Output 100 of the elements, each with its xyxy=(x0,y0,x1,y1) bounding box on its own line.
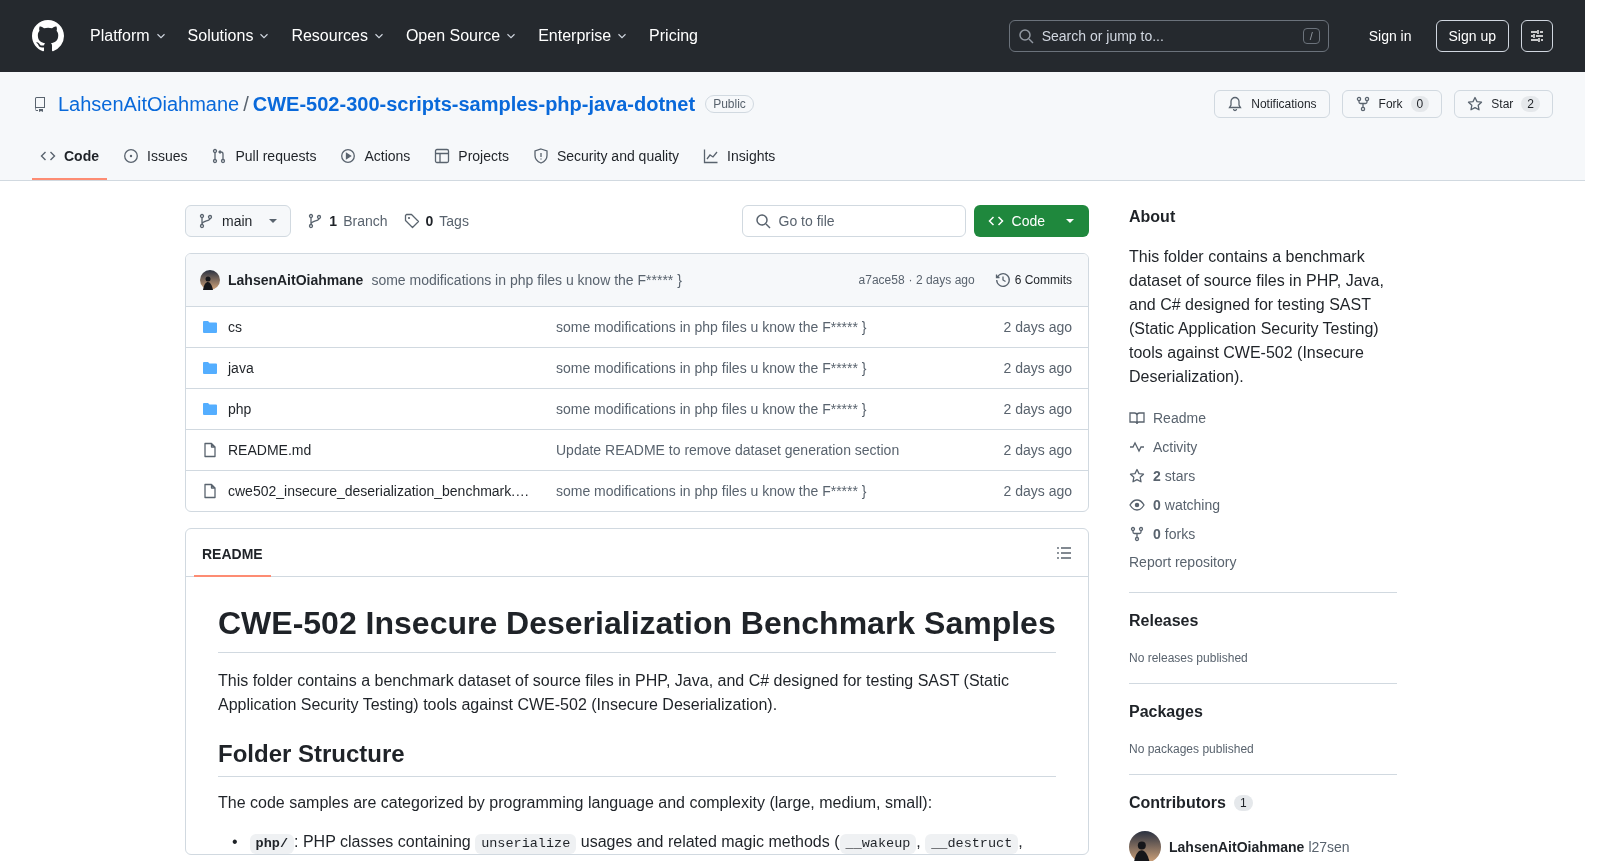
star-icon xyxy=(1129,467,1145,484)
file-name-link[interactable]: cs xyxy=(228,319,546,335)
nav-menu[interactable]: Pricing xyxy=(641,21,706,51)
nav-menu[interactable]: Open Source xyxy=(397,21,527,51)
commit-time: 2 days ago xyxy=(1003,401,1072,417)
folder-icon xyxy=(202,319,218,335)
section-heading: Folder Structure xyxy=(218,739,1056,777)
fork-button[interactable]: Fork 0 xyxy=(1341,90,1443,118)
shield-icon xyxy=(532,148,549,164)
repo-icon xyxy=(32,96,48,112)
issue-circle-icon xyxy=(123,148,139,164)
shortcut-key: / xyxy=(1302,28,1320,44)
book-icon xyxy=(1129,409,1145,426)
star-button[interactable]: Star 2 xyxy=(1454,90,1553,118)
commit-message-link[interactable]: some modifications in php files u know the F***** } xyxy=(556,401,994,417)
releases-heading[interactable]: Releases xyxy=(1129,609,1397,633)
search-icon xyxy=(754,213,771,229)
file-name-link[interactable]: java xyxy=(228,360,546,376)
about-heading: About xyxy=(1129,207,1177,227)
commit-time: · 2 days ago xyxy=(908,273,975,287)
sliders-icon xyxy=(1529,28,1545,44)
owner-link[interactable]: LahsenAitOiahmane xyxy=(58,92,240,116)
repo-tab[interactable]: Insights xyxy=(695,140,784,180)
commit-time: 2 days ago xyxy=(1003,360,1072,376)
repo-tab[interactable]: Actions xyxy=(332,140,419,180)
history-icon xyxy=(994,272,1011,288)
graph-icon xyxy=(703,148,720,164)
github-logo-icon[interactable] xyxy=(32,20,64,52)
fork-icon xyxy=(1129,525,1145,542)
caret-icon xyxy=(268,218,279,224)
outline-icon[interactable] xyxy=(1056,544,1072,561)
go-to-file-field[interactable]: Go to file xyxy=(741,205,966,237)
contributor-name-link[interactable]: LahsenAitOiahmane xyxy=(1169,839,1305,855)
commit-author-link[interactable]: LahsenAitOiahmane xyxy=(228,272,364,288)
watching-link[interactable]: 0 watching xyxy=(1129,490,1397,519)
tags-link[interactable]: 0 Tags xyxy=(403,213,469,229)
readme-paragraph: The code samples are categorized by programming language and complexity (large, medium, small): xyxy=(218,793,934,813)
forks-link[interactable]: 0 forks xyxy=(1129,519,1397,548)
commit-message-link[interactable]: some modifications in php files u know the F***** } xyxy=(556,483,994,499)
search-field[interactable]: Search or jump to... / xyxy=(1008,20,1329,52)
pull-request-icon xyxy=(211,148,228,164)
repo-tab[interactable]: Issues xyxy=(115,140,196,180)
table-icon xyxy=(434,148,451,164)
activity-link[interactable]: Activity xyxy=(1129,432,1397,461)
list-item: php/ : PHP classes containing unserialize usages and related magic methods ( __wakeup , __destruct , xyxy=(249,831,1023,854)
packages-note: No packages published xyxy=(1129,741,1255,758)
path-separator: / xyxy=(243,92,249,116)
star-icon xyxy=(1467,96,1484,112)
packages-heading[interactable]: Packages xyxy=(1129,700,1397,724)
repo-name-link[interactable]: CWE-502-300-scripts-samples-php-java-dotnet xyxy=(252,92,696,116)
contributor-handle: l27sen xyxy=(1308,839,1350,855)
repo-tab[interactable]: Code xyxy=(32,140,107,180)
nav-menu[interactable]: Solutions xyxy=(179,21,280,51)
caret-icon xyxy=(1065,218,1075,224)
contributors-count: 1 xyxy=(1233,795,1253,811)
repo-tab[interactable]: Projects xyxy=(426,140,517,180)
repo-tab[interactable]: Security and quality xyxy=(524,140,688,180)
branch-icon xyxy=(307,213,324,229)
avatar[interactable] xyxy=(200,270,220,290)
nav-menu[interactable]: Enterprise xyxy=(530,21,638,51)
tag-icon xyxy=(403,213,420,229)
branch-selector[interactable]: main xyxy=(185,205,292,237)
file-icon xyxy=(202,442,218,458)
sign-up-button[interactable]: Sign up xyxy=(1435,20,1509,52)
nav-menu[interactable]: Platform xyxy=(82,21,176,51)
file-name-link[interactable]: README.md xyxy=(228,442,546,458)
notifications-button[interactable]: Notifications xyxy=(1214,90,1330,118)
report-link[interactable]: Report repository xyxy=(1129,548,1397,576)
commit-time: 2 days ago xyxy=(1003,442,1072,458)
releases-note: No releases published xyxy=(1129,650,1249,667)
commit-message-link[interactable]: Update README to remove dataset generation section xyxy=(556,442,994,458)
play-circle-icon xyxy=(340,148,357,164)
code-button[interactable]: Code xyxy=(973,205,1089,237)
readme-link[interactable]: Readme xyxy=(1129,403,1397,432)
sign-in-link[interactable]: Sign in xyxy=(1344,28,1436,44)
file-name-link[interactable]: php xyxy=(228,401,546,417)
branches-link[interactable]: 1 Branch xyxy=(307,213,388,229)
commit-time: 2 days ago xyxy=(1003,483,1072,499)
fork-icon xyxy=(1354,96,1371,112)
commit-message-link[interactable]: some modifications in php files u know the F***** } xyxy=(556,360,994,376)
commit-hash-link[interactable]: a7ace58 xyxy=(858,273,905,287)
branch-icon xyxy=(198,213,214,229)
repo-tab[interactable]: Pull requests xyxy=(203,140,325,180)
bell-icon xyxy=(1227,96,1244,112)
file-name-link[interactable]: cwe502_insecure_deserialization_benchmark.… xyxy=(228,483,546,499)
folder-icon xyxy=(202,401,218,417)
commit-time: 2 days ago xyxy=(1003,319,1072,335)
commit-message-link[interactable]: some modifications in php files u know the F***** } xyxy=(556,319,994,335)
commits-link[interactable]: 6 Commits xyxy=(994,272,1072,288)
nav-menu[interactable]: Resources xyxy=(283,21,394,51)
file-icon xyxy=(202,483,218,499)
readme-tab[interactable]: README xyxy=(194,530,271,577)
contributors-heading[interactable]: Contributors xyxy=(1129,791,1226,815)
folder-icon xyxy=(202,360,218,376)
avatar[interactable] xyxy=(1129,831,1161,861)
stars-link[interactable]: 2 stars xyxy=(1129,461,1397,490)
commit-message-link[interactable]: some modifications in php files u know the F***** } xyxy=(371,272,682,288)
settings-button[interactable] xyxy=(1521,20,1553,52)
readme-title: CWE-502 Insecure Deserialization Benchmark Samples xyxy=(218,603,1056,653)
eye-icon xyxy=(1129,496,1145,513)
